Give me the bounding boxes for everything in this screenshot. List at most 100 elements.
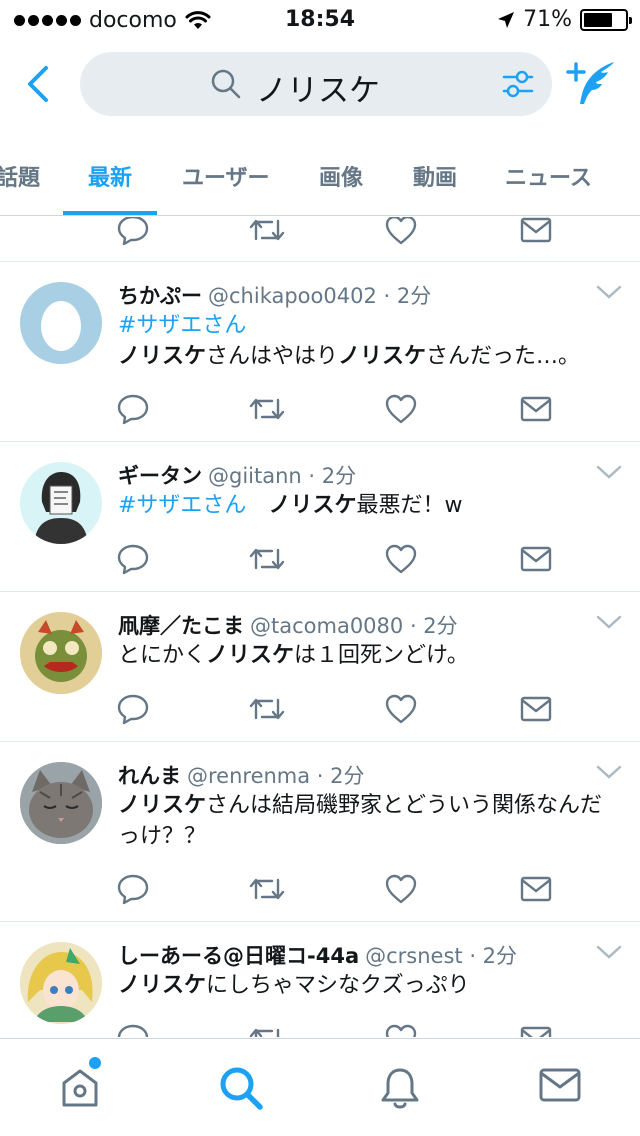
tab-users[interactable]: ユーザー	[182, 160, 270, 192]
like-heart-icon[interactable]	[384, 1022, 418, 1037]
battery-icon	[580, 8, 632, 31]
chevron-down-icon[interactable]	[596, 464, 622, 480]
avatar-character[interactable]	[20, 462, 102, 544]
chevron-down-icon[interactable]	[596, 614, 622, 630]
search-icon	[211, 69, 241, 99]
reply-icon[interactable]	[116, 692, 150, 730]
like-heart-icon[interactable]	[384, 692, 418, 730]
back-chevron-icon[interactable]	[22, 64, 58, 104]
display-name[interactable]: れんま	[118, 764, 181, 788]
search-header: ノリスケ	[0, 40, 640, 136]
tweet-text-segment: にしちゃマシなクズっぷり	[206, 973, 470, 998]
messages-envelope-icon[interactable]	[538, 1065, 582, 1105]
display-name[interactable]: 凧摩／たこま	[118, 614, 244, 638]
tweet-body: ノリスケ最悪だ！w	[246, 493, 462, 518]
tweet[interactable]: 凧摩／たこま @tacoma0080 · 2分 とにかくノリスケは１回死ンどけ。	[0, 592, 640, 742]
tab-news[interactable]: ニュース	[505, 160, 592, 192]
chevron-down-icon[interactable]	[596, 944, 622, 960]
chevron-down-icon[interactable]	[596, 284, 622, 300]
like-heart-icon[interactable]	[384, 217, 418, 251]
direct-message-icon[interactable]	[519, 542, 553, 580]
display-name[interactable]: ギータン	[118, 464, 202, 488]
tweet-actions	[0, 542, 640, 582]
handle-time: @tacoma0080 · 2分	[250, 614, 458, 638]
tweet-actions	[0, 872, 640, 912]
search-tab-icon[interactable]	[218, 1065, 264, 1111]
home-notification-dot	[89, 1057, 101, 1069]
chevron-down-icon[interactable]	[596, 764, 622, 780]
hashtag-link[interactable]: #サザエさん	[118, 493, 246, 518]
avatar-oni-mask[interactable]	[20, 612, 102, 694]
direct-message-icon[interactable]	[519, 392, 553, 430]
tab-latest[interactable]: 最新	[88, 160, 132, 192]
tweet[interactable]: ギータン @giitann · 2分 #サザエさん ノリスケ最悪だ！w	[0, 442, 640, 592]
tweet[interactable]: しーあーる@日曜コ-44a @crsnest · 2分 ノリスケにしちゃマシなクズ…	[0, 922, 640, 1037]
direct-message-icon[interactable]	[519, 872, 553, 910]
tweet-text: ノリスケさんは結局磯野家とどういう関係なんだっけ？？	[118, 790, 623, 852]
home-icon[interactable]	[58, 1065, 102, 1109]
search-tabs: 話題 最新 ユーザー 画像 動画 ニュース	[0, 136, 640, 216]
search-term-highlight: ノリスケ	[118, 793, 207, 818]
tweet-text-segment: さんだった…。	[426, 344, 581, 369]
avatar-default-egg[interactable]	[20, 282, 102, 364]
retweet-icon[interactable]	[248, 542, 286, 580]
tweet-actions	[0, 217, 640, 253]
tweet-actions	[0, 392, 640, 432]
retweet-icon[interactable]	[248, 872, 286, 910]
like-heart-icon[interactable]	[384, 872, 418, 910]
retweet-icon[interactable]	[248, 392, 286, 430]
tweet-text: とにかくノリスケは１回死ンどけ。	[118, 640, 623, 671]
active-tab-indicator	[63, 211, 157, 215]
tweet-text: #サザエさん ノリスケさんはやはりノリスケさんだった…。	[118, 310, 623, 372]
tweet-feed[interactable]: ちかぷー @chikapoo0402 · 2分 #サザエさん ノリスケさんはやはり…	[0, 217, 640, 1037]
tweet-header: 凧摩／たこま @tacoma0080 · 2分	[118, 610, 458, 640]
tweet-text-segment: さんはやはり	[206, 344, 339, 369]
tweet[interactable]: れんま @renrenma · 2分 ノリスケさんは結局磯野家とどういう関係なんだ…	[0, 742, 640, 922]
direct-message-icon[interactable]	[519, 692, 553, 730]
retweet-icon[interactable]	[248, 1022, 286, 1037]
direct-message-icon[interactable]	[519, 1022, 553, 1037]
reply-icon[interactable]	[116, 872, 150, 910]
direct-message-icon[interactable]	[519, 217, 553, 251]
search-term-highlight: ノリスケ	[206, 643, 295, 668]
reply-icon[interactable]	[116, 217, 150, 251]
avatar-cat[interactable]	[20, 762, 102, 844]
handle-time: @renrenma · 2分	[187, 764, 365, 788]
tab-photos[interactable]: 画像	[319, 160, 363, 192]
retweet-icon[interactable]	[248, 692, 286, 730]
bottom-tab-bar	[0, 1038, 640, 1136]
notifications-bell-icon[interactable]	[378, 1065, 422, 1111]
tweet-header: ギータン @giitann · 2分	[118, 460, 356, 490]
avatar-anime-girl[interactable]	[20, 942, 102, 1024]
search-input[interactable]: ノリスケ	[80, 52, 552, 116]
tweet-header: ちかぷー @chikapoo0402 · 2分	[118, 280, 431, 310]
reply-icon[interactable]	[116, 1022, 150, 1037]
tweet-text-segment: 最悪だ！w	[356, 493, 463, 518]
location-arrow-icon	[498, 11, 515, 28]
status-right: 71%	[497, 7, 632, 32]
battery-percent: 71%	[523, 7, 572, 32]
search-term-highlight: ノリスケ	[338, 344, 427, 369]
reply-icon[interactable]	[116, 392, 150, 430]
tweet-body: ノリスケさんは結局磯野家とどういう関係なんだっけ？？	[118, 790, 623, 852]
like-heart-icon[interactable]	[384, 542, 418, 580]
tweet-actions	[0, 692, 640, 732]
hashtag-link[interactable]: #サザエさん	[118, 310, 623, 341]
like-heart-icon[interactable]	[384, 392, 418, 430]
filter-settings-icon[interactable]	[502, 68, 534, 100]
tweet-partial[interactable]	[0, 217, 640, 262]
tab-top[interactable]: 話題	[0, 160, 40, 192]
tweet-header: しーあーる@日曜コ-44a @crsnest · 2分	[118, 940, 517, 970]
search-query: ノリスケ	[256, 73, 380, 109]
display-name[interactable]: しーあーる@日曜コ-44a	[118, 944, 359, 968]
display-name[interactable]: ちかぷー	[118, 284, 202, 308]
tweet[interactable]: ちかぷー @chikapoo0402 · 2分 #サザエさん ノリスケさんはやはり…	[0, 262, 640, 442]
tweet-text: #サザエさん ノリスケ最悪だ！w	[118, 490, 623, 521]
reply-icon[interactable]	[116, 542, 150, 580]
handle-time: @giitann · 2分	[208, 464, 357, 488]
retweet-icon[interactable]	[248, 217, 286, 251]
handle-time: @chikapoo0402 · 2分	[208, 284, 432, 308]
tweet-text-segment: は１回死ンどけ。	[294, 643, 469, 668]
tab-videos[interactable]: 動画	[413, 160, 457, 192]
compose-tweet-icon[interactable]	[566, 60, 618, 110]
